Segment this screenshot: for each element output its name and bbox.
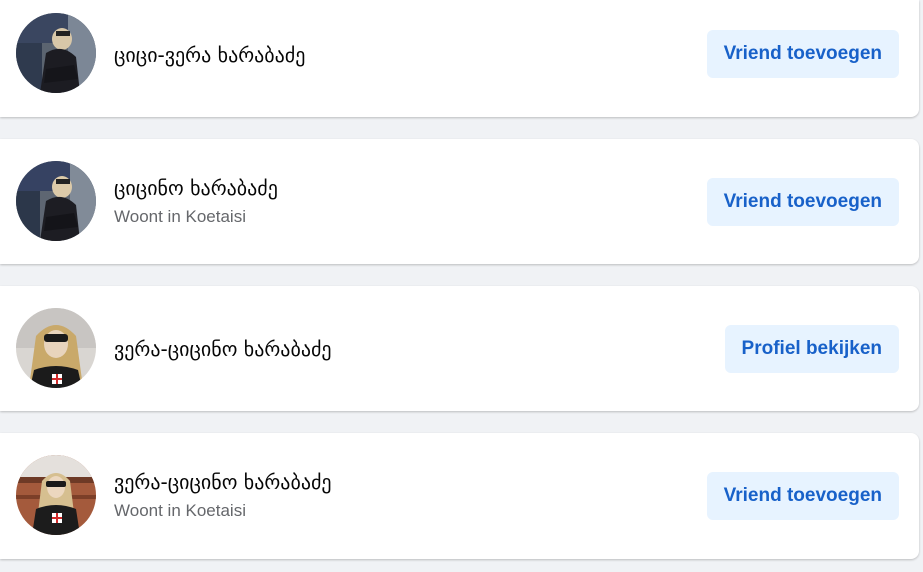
profile-location: Woont in Koetaisi [114,501,246,520]
avatar-photo [16,308,96,388]
profile-avatar[interactable] [16,161,96,241]
search-result-card: ვერა-ციცინო ხარაბაძე Profiel bekijken [0,286,919,411]
search-result-card: ვერა-ციცინო ხარაბაძე Woont in Koetaisi V… [0,433,919,559]
view-profile-button[interactable]: Profiel bekijken [724,325,899,373]
search-result-card: ციცი-ვერა ხარაბაძე Vriend toevoegen [0,0,919,117]
avatar-photo [16,455,96,535]
profile-avatar[interactable] [16,308,96,388]
profile-name[interactable]: ვერა-ციცინო ხარაბაძე [114,337,332,361]
add-friend-button[interactable]: Vriend toevoegen [706,472,899,520]
profile-location: Woont in Koetaisi [114,207,246,226]
add-friend-button[interactable]: Vriend toevoegen [706,30,899,78]
profile-avatar[interactable] [16,13,96,93]
profile-avatar[interactable] [16,455,96,535]
profile-name[interactable]: ვერა-ციცინო ხარაბაძე [114,470,332,494]
profile-name[interactable]: ციცი-ვერა ხარაბაძე [114,43,305,67]
add-friend-button[interactable]: Vriend toevoegen [706,178,899,226]
avatar-photo [16,13,96,93]
profile-name[interactable]: ციცინო ხარაბაძე [114,176,278,200]
search-result-card: ციცინო ხარაბაძე Woont in Koetaisi Vriend… [0,139,919,264]
avatar-photo [16,161,96,241]
